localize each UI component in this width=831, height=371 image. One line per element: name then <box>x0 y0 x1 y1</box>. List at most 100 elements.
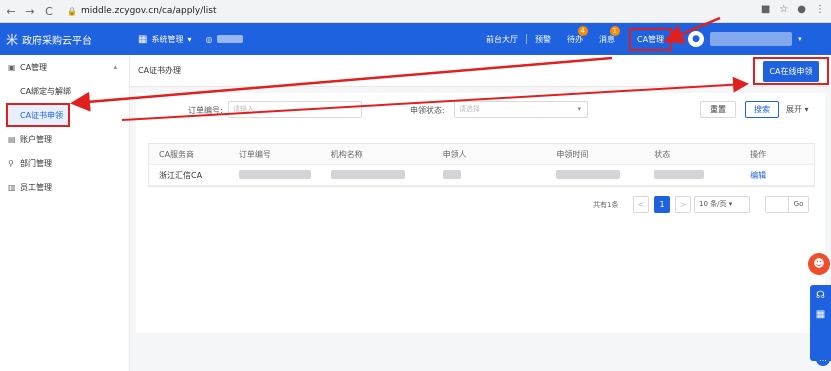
provider-cell: 浙江汇信CA <box>159 170 203 180</box>
account-icon: ▤ <box>8 134 16 144</box>
logo-text: 政府采购云平台 <box>22 35 93 47</box>
column-header: 操作 <box>750 149 767 159</box>
chevron-down-icon: ▾ <box>728 200 733 208</box>
sidebar-item-label: 员工管理 <box>20 182 52 192</box>
column-header: 订单编号 <box>238 149 271 159</box>
nav-message[interactable]: 消息 1 <box>591 25 623 45</box>
column-header: 状态 <box>654 149 671 159</box>
username-redacted[interactable] <box>710 32 793 46</box>
page-title: CA证书办理 <box>138 66 182 75</box>
headset-icon[interactable]: ☊ <box>816 290 825 301</box>
grid-icon: ▦ <box>138 33 148 45</box>
lock-icon: 🔒 <box>67 6 77 16</box>
nav-ca-management[interactable]: CA管理 <box>629 27 673 51</box>
order-number-label: 订单编号: <box>188 106 223 115</box>
status-redacted <box>644 169 740 181</box>
sidebar-item-label: 部门管理 <box>20 158 52 168</box>
todo-badge: 4 <box>577 25 588 36</box>
status-label: 申领状态: <box>410 106 445 115</box>
status-select[interactable]: 请选择 ▾ <box>454 101 588 118</box>
location-name-redacted <box>217 35 244 43</box>
chevron-down-icon: ▾ <box>577 105 581 113</box>
chevron-down-icon: ▾ <box>804 105 809 114</box>
caret-up-icon: ▴ <box>113 63 117 71</box>
address-bar[interactable]: middle.zcygov.cn/ca/apply/list <box>81 6 217 16</box>
sidebar-item-ca-binding[interactable]: CA绑定与解绑 <box>0 79 129 103</box>
qr-code-icon[interactable]: ▦ <box>816 309 825 320</box>
sidebar: ▣ CA管理 ▴ CA绑定与解绑 CA证书申领 ▤ 账户管理 ⚲ 部门管理 ▥ … <box>0 55 130 371</box>
staff-icon: ▥ <box>8 182 16 192</box>
sidebar-item-ca-apply[interactable]: CA证书申领 <box>6 103 70 127</box>
top-navigation: 米 政府采购云平台 ▦ 系统管理 ▾ ◎ 前台大厅 预警 待办 4 消息 1 C… <box>0 23 831 55</box>
total-count: 共有1条 <box>593 201 619 209</box>
top-nav-right: 前台大厅 预警 待办 4 消息 1 CA管理 ● ▾ <box>478 23 802 55</box>
main-content: CA证书办理 CA在线申领 订单编号: 请输入 申领状态: 请选择 ▾ 重置 搜… <box>130 55 831 371</box>
apply-time-redacted <box>546 169 644 181</box>
profile-icon[interactable]: ● <box>797 4 806 15</box>
status-select-placeholder: 请选择 <box>459 105 480 113</box>
back-icon[interactable]: ← <box>3 5 19 18</box>
nav-todo[interactable]: 待办 4 <box>559 25 591 45</box>
menu-icon[interactable]: ⋮ <box>815 4 825 15</box>
order-number-input[interactable]: 请输入 <box>228 101 362 118</box>
sidebar-item-staff[interactable]: ▥ 员工管理 <box>0 175 129 199</box>
column-header: 申领人 <box>442 149 467 159</box>
browser-actions: ■ ☆ ● ⋮ <box>761 4 825 15</box>
list-card: 订单编号: 请输入 申领状态: 请选择 ▾ 重置 搜索 展开 ▾ CA服务商 订… <box>136 93 825 333</box>
expand-label: 展开 <box>786 105 802 114</box>
table-row: 浙江汇信CA 编辑 <box>149 165 814 186</box>
page-1-button[interactable]: 1 <box>654 196 670 213</box>
sidebar-item-label: 账户管理 <box>20 134 52 144</box>
sidebar-item-account[interactable]: ▤ 账户管理 <box>0 127 129 151</box>
location-icon: ◎ <box>205 34 213 44</box>
reset-button[interactable]: 重置 <box>700 101 736 118</box>
star-icon[interactable]: ☆ <box>779 4 788 15</box>
message-badge: 1 <box>609 25 620 36</box>
logo[interactable]: 米 政府采购云平台 <box>0 31 130 48</box>
chat-icon[interactable]: … <box>816 352 830 366</box>
applicant-redacted <box>433 169 547 181</box>
column-header: 申领时间 <box>556 149 589 159</box>
assistant-robot-icon[interactable]: ☻ <box>808 253 830 275</box>
nav-todo-label: 待办 <box>567 34 583 44</box>
sidebar-item-ca[interactable]: ▣ CA管理 ▴ <box>0 55 129 79</box>
next-page-button[interactable]: > <box>675 196 691 213</box>
ca-icon: ▣ <box>8 62 16 72</box>
floating-toolbar: ☊ ▦ <box>810 285 831 361</box>
page-header: CA证书办理 CA在线申领 <box>130 55 831 87</box>
search-button[interactable]: 搜索 <box>745 101 779 118</box>
logo-icon: 米 <box>6 32 19 47</box>
system-menu-label: 系统管理 <box>151 34 184 44</box>
avatar[interactable]: ● <box>688 31 705 47</box>
apply-button-highlight: CA在线申领 <box>753 57 829 85</box>
browser-toolbar: ← → C 🔒 middle.zcygov.cn/ca/apply/list ■… <box>0 0 831 23</box>
reload-icon[interactable]: C <box>41 5 57 18</box>
nav-hall[interactable]: 前台大厅 <box>478 34 526 45</box>
apply-table: CA服务商 订单编号 机构名称 申领人 申领时间 状态 操作 浙江汇信CA 编辑 <box>148 143 815 187</box>
forward-icon[interactable]: → <box>22 5 38 18</box>
org-name-redacted <box>321 169 433 181</box>
column-header: 机构名称 <box>330 149 363 159</box>
sidebar-item-label: CA管理 <box>20 62 48 72</box>
pagination: 共有1条 < 1 > 10 条/页 ▾ Go <box>136 196 825 214</box>
edit-link[interactable]: 编辑 <box>740 170 814 181</box>
org-icon: ⚲ <box>8 158 14 168</box>
expand-toggle[interactable]: 展开 ▾ <box>786 104 809 115</box>
table-header: CA服务商 订单编号 机构名称 申领人 申领时间 状态 操作 <box>149 144 814 165</box>
column-header: CA服务商 <box>159 149 195 159</box>
go-button[interactable]: Go <box>788 197 808 212</box>
caret-down-icon: ▾ <box>187 34 192 44</box>
extension-icon[interactable]: ■ <box>761 4 770 15</box>
location-selector[interactable]: ◎ <box>205 34 244 44</box>
ca-online-apply-button[interactable]: CA在线申领 <box>763 60 819 82</box>
page-jump-input[interactable]: Go <box>765 196 809 213</box>
nav-warning[interactable]: 预警 <box>527 34 559 45</box>
page-size-value: 10 条/页 <box>699 200 727 208</box>
sidebar-item-department[interactable]: ⚲ 部门管理 <box>0 151 129 175</box>
prev-page-button[interactable]: < <box>633 196 649 213</box>
system-menu[interactable]: ▦ 系统管理 ▾ <box>138 34 191 45</box>
caret-down-icon[interactable]: ▾ <box>798 35 802 43</box>
page-size-select[interactable]: 10 条/页 ▾ <box>694 196 750 213</box>
nav-message-label: 消息 <box>599 34 615 44</box>
sidebar-item-label: CA绑定与解绑 <box>20 86 72 96</box>
